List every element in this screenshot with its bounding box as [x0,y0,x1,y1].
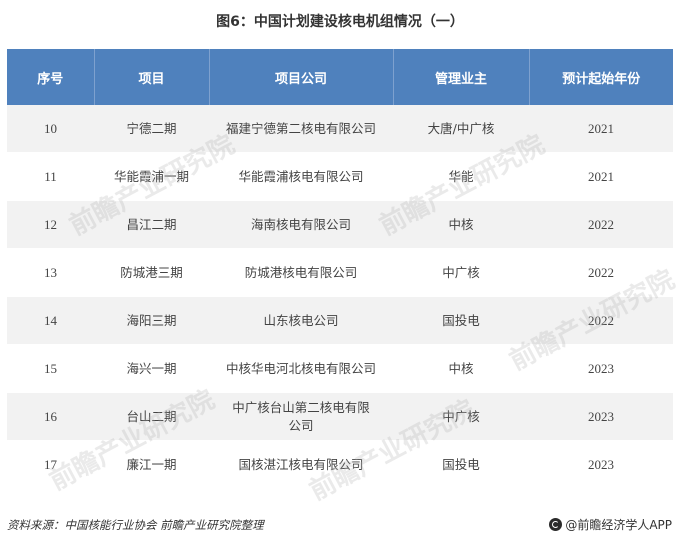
cell-company: 山东核电公司 [209,296,393,345]
cell-year: 2022 [529,200,673,249]
cell-project: 防城港三期 [94,248,209,297]
cell-project: 昌江二期 [94,200,209,249]
cell-year: 2022 [529,296,673,345]
table-row: 10 宁德二期 福建宁德第二核电有限公司 大唐/中广核 2021 [7,105,673,153]
cell-company: 防城港核电有限公司 [209,248,393,297]
cell-serial: 10 [7,105,94,153]
brand-credit: @前瞻经济学人APP [549,516,672,533]
cell-owner: 国投电 [393,296,529,345]
cell-owner: 国投电 [393,440,529,489]
table-header-row: 序号 项目 项目公司 管理业主 预计起始年份 [7,49,673,105]
brand-logo-icon [549,518,563,531]
cell-serial: 16 [7,392,94,441]
cell-company: 中广核台山第二核电有限公司 [209,392,393,441]
cell-owner: 华能 [393,152,529,201]
cell-serial: 17 [7,440,94,489]
cell-company: 海南核电有限公司 [209,200,393,249]
cell-serial: 11 [7,152,94,201]
cell-year: 2023 [529,392,673,441]
cell-company: 国核湛江核电有限公司 [209,440,393,489]
cell-serial: 12 [7,200,94,249]
header-owner: 管理业主 [392,49,529,105]
table-row: 14 海阳三期 山东核电公司 国投电 2022 [7,296,673,345]
cell-owner: 大唐/中广核 [393,105,529,153]
table-body: 10 宁德二期 福建宁德第二核电有限公司 大唐/中广核 2021 11 华能霞浦… [7,105,673,489]
cell-company: 中核华电河北核电有限公司 [209,344,393,393]
table-row: 12 昌江二期 海南核电有限公司 中核 2022 [7,200,673,249]
cell-year: 2022 [529,248,673,297]
cell-year: 2023 [529,440,673,489]
cell-serial: 14 [7,296,94,345]
cell-serial: 13 [7,248,94,297]
cell-project: 廉江一期 [94,440,209,489]
header-serial: 序号 [7,49,94,105]
table-row: 13 防城港三期 防城港核电有限公司 中广核 2022 [7,248,673,297]
table-row: 11 华能霞浦一期 华能霞浦核电有限公司 华能 2021 [7,152,673,201]
page-title: 图6：中国计划建设核电机组情况（一） [216,14,464,30]
cell-project: 宁德二期 [94,105,209,153]
source-note: 资料来源：中国核能行业协会 前瞻产业研究院整理 [7,518,264,532]
header-project: 项目 [93,49,209,105]
table-row: 17 廉江一期 国核湛江核电有限公司 国投电 2023 [7,440,673,489]
cell-owner: 中核 [393,344,529,393]
data-table-container: 序号 项目 项目公司 管理业主 预计起始年份 10 宁德二期 福建宁德第二核电有… [7,49,673,489]
cell-company: 华能霞浦核电有限公司 [209,152,393,201]
cell-owner: 中广核 [393,248,529,297]
cell-year: 2021 [529,105,673,153]
cell-year: 2023 [529,344,673,393]
cell-owner: 中核 [393,200,529,249]
nuclear-plan-table: 序号 项目 项目公司 管理业主 预计起始年份 10 宁德二期 福建宁德第二核电有… [7,49,673,489]
cell-project: 海兴一期 [94,344,209,393]
cell-serial: 15 [7,344,94,393]
brand-label: @前瞻经济学人APP [565,518,672,532]
cell-project: 海阳三期 [94,296,209,345]
cell-project: 台山二期 [94,392,209,441]
cell-owner: 中广核 [393,392,529,441]
table-row: 16 台山二期 中广核台山第二核电有限公司 中广核 2023 [7,392,673,441]
header-company: 项目公司 [208,49,393,105]
cell-year: 2021 [529,152,673,201]
header-start-year: 预计起始年份 [528,49,673,105]
table-row: 15 海兴一期 中核华电河北核电有限公司 中核 2023 [7,344,673,393]
cell-project: 华能霞浦一期 [94,152,209,201]
cell-company: 福建宁德第二核电有限公司 [209,105,393,153]
